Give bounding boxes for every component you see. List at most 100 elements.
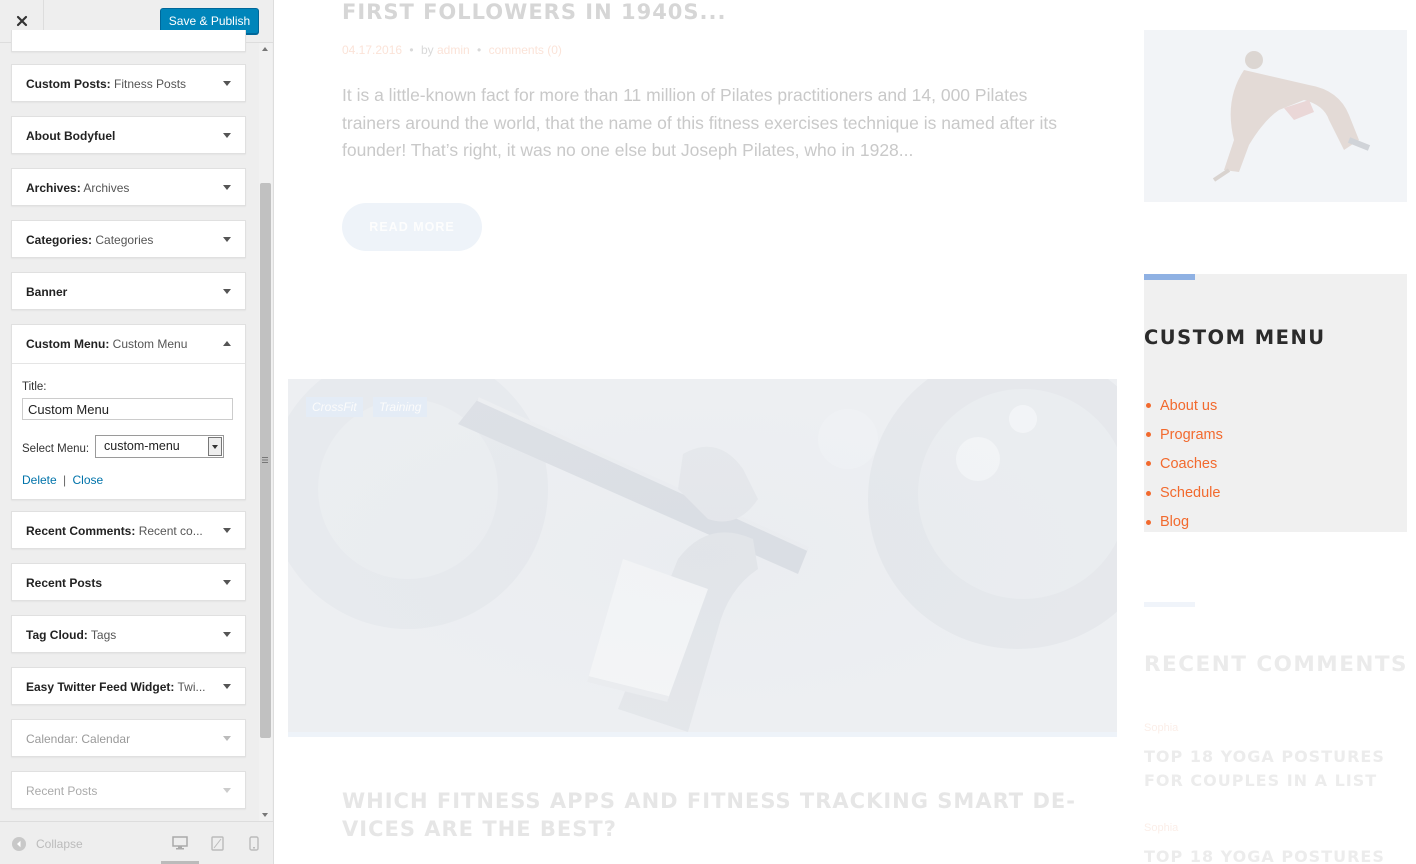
customizer-app: Save & Publish Custom Posts: Fitness Pos… — [0, 0, 1416, 864]
comment-post-title[interactable]: TOP 18 YOGA POSTURES FOR COUPLES IN A LI… — [1144, 745, 1406, 793]
dropdown-arrow-icon[interactable] — [208, 437, 222, 456]
widget-recent-posts[interactable]: Recent Posts — [11, 563, 246, 601]
widget-accent-bar — [1144, 602, 1195, 607]
widget-subtitle: Recent co... — [138, 524, 203, 538]
widget-item-partial[interactable] — [11, 30, 246, 52]
expand-arrow-icon[interactable] — [223, 289, 231, 294]
post-author[interactable]: admin — [437, 43, 470, 57]
menu-select-value: custom-menu — [104, 439, 180, 453]
link-separator: | — [63, 473, 67, 487]
scroll-grip-icon — [262, 457, 268, 463]
widget-name: Banner — [26, 285, 68, 299]
customizer-sidebar: Save & Publish Custom Posts: Fitness Pos… — [0, 0, 274, 864]
widget-subtitle: Calendar — [81, 732, 131, 746]
widget-name: Custom Posts: — [26, 77, 111, 91]
widget-tag-cloud[interactable]: Tag Cloud: Tags — [11, 615, 246, 653]
expand-arrow-icon[interactable] — [223, 528, 231, 533]
bullet-icon — [1146, 490, 1151, 496]
widget-banner[interactable]: Banner — [11, 272, 246, 310]
menu-link-programs[interactable]: Programs — [1144, 420, 1223, 449]
widget-calendar[interactable]: Calendar: Calendar — [11, 719, 246, 757]
post-featured-image[interactable] — [288, 379, 1117, 737]
widget-recent-posts-2[interactable]: Recent Posts — [11, 771, 246, 809]
comment-author[interactable]: Sophia — [1144, 822, 1178, 834]
widget-subtitle: Categories — [95, 233, 154, 247]
expand-arrow-icon[interactable] — [223, 580, 231, 585]
post-tag[interactable]: CrossFit — [306, 397, 363, 417]
post-comments-link[interactable]: comments (0) — [489, 43, 562, 57]
menu-link-coaches[interactable]: Coaches — [1144, 449, 1223, 478]
collapse-sidebar-button[interactable]: Collapse — [12, 837, 83, 851]
widget-custom-menu-header[interactable]: Custom Menu: Custom Menu — [12, 325, 245, 364]
widget-custom-posts[interactable]: Custom Posts: Fitness Posts — [11, 64, 246, 102]
widget-about-bodyfuel[interactable]: About Bodyfuel — [11, 116, 246, 154]
expand-arrow-icon[interactable] — [223, 684, 231, 689]
post-by-label: by — [420, 43, 434, 57]
custom-menu-title: CUSTOM MENU — [1144, 326, 1326, 349]
widget-name: Tag Cloud: — [26, 628, 88, 642]
comment-post-title[interactable]: TOP 18 YOGA POSTURES — [1144, 845, 1406, 864]
custom-menu-widget-preview: CUSTOM MENU About us Programs Coaches Sc… — [1144, 274, 1407, 532]
post-title[interactable]: FIRST FOLLOWERS IN 1940S... — [342, 0, 726, 24]
read-more-button[interactable]: READ MORE — [342, 203, 482, 251]
widget-subtitle: Fitness Posts — [114, 77, 187, 91]
meta-bullet-icon: • — [477, 43, 482, 57]
post-date[interactable]: 04.17.2016 — [342, 43, 402, 57]
expand-arrow-icon[interactable] — [223, 81, 231, 86]
close-widget-link[interactable]: Close — [73, 473, 104, 487]
menu-select-dropdown[interactable]: custom-menu — [95, 435, 224, 458]
menu-link-about-us[interactable]: About us — [1144, 391, 1223, 420]
widget-categories[interactable]: Categories: Categories — [11, 220, 246, 258]
collapse-arrow-icon[interactable] — [223, 341, 231, 346]
post-title[interactable]: WHICH FITNESS APPS AND FITNESS TRACKING … — [342, 787, 1082, 843]
recent-comments-title: RECENT COMMENTS — [1144, 652, 1409, 677]
widget-subtitle: Custom Menu — [112, 337, 188, 351]
expand-arrow-icon[interactable] — [223, 185, 231, 190]
widget-name: Recent Posts — [26, 784, 98, 798]
post-meta: 04.17.2016 • by admin • comments (0) — [342, 43, 562, 57]
scroll-up-arrow-icon[interactable] — [262, 47, 268, 51]
bullet-icon — [1146, 432, 1151, 438]
menu-link-schedule[interactable]: Schedule — [1144, 479, 1223, 508]
expand-arrow-icon[interactable] — [223, 736, 231, 741]
widget-name: Custom Menu: — [26, 337, 110, 351]
menu-link-label: Programs — [1160, 426, 1223, 443]
desktop-icon[interactable] — [172, 836, 188, 850]
widget-subtitle: Twi... — [177, 680, 206, 694]
site-preview: FIRST FOLLOWERS IN 1940S... 04.17.2016 •… — [274, 0, 1416, 864]
tablet-icon[interactable] — [211, 836, 224, 851]
bullet-icon — [1146, 461, 1151, 467]
widget-name: Recent Posts — [26, 576, 103, 590]
select-menu-label: Select Menu: — [22, 443, 90, 455]
expand-arrow-icon[interactable] — [223, 788, 231, 793]
bullet-icon — [1146, 519, 1151, 525]
meta-bullet-icon: • — [409, 43, 414, 57]
scroll-down-arrow-icon[interactable] — [262, 813, 268, 817]
widget-name: Calendar: — [26, 732, 79, 746]
mobile-icon[interactable] — [249, 836, 259, 851]
widget-easy-twitter-feed[interactable]: Easy Twitter Feed Widget: Twi... — [11, 667, 246, 705]
expand-arrow-icon[interactable] — [223, 632, 231, 637]
close-icon — [16, 15, 27, 27]
delete-widget-link[interactable]: Delete — [22, 473, 57, 487]
menu-link-label: Coaches — [1160, 455, 1218, 472]
widget-subtitle: Tags — [90, 628, 117, 642]
expand-arrow-icon[interactable] — [223, 237, 231, 242]
widget-title-input[interactable] — [22, 398, 233, 420]
bullet-icon — [1146, 403, 1151, 409]
widget-name: About Bodyfuel — [26, 129, 116, 143]
runner-photo — [1144, 30, 1407, 202]
collapse-arrow-circle-icon — [12, 837, 26, 851]
widget-subtitle: Archives — [83, 181, 130, 195]
widget-custom-menu-expanded: Custom Menu: Custom Menu Title: Select M… — [11, 324, 246, 500]
comment-author[interactable]: Sophia — [1144, 722, 1178, 734]
post-tag[interactable]: Training — [373, 397, 428, 417]
widget-recent-comments[interactable]: Recent Comments: Recent co... — [11, 511, 246, 549]
expand-arrow-icon[interactable] — [223, 133, 231, 138]
customizer-footer: Collapse — [0, 821, 273, 864]
menu-link-blog[interactable]: Blog — [1144, 508, 1223, 537]
title-field-label: Title: — [22, 381, 47, 393]
sidebar-runner-image — [1144, 30, 1407, 202]
widget-name: Recent Comments: — [26, 524, 136, 538]
widget-archives[interactable]: Archives: Archives — [11, 168, 246, 206]
